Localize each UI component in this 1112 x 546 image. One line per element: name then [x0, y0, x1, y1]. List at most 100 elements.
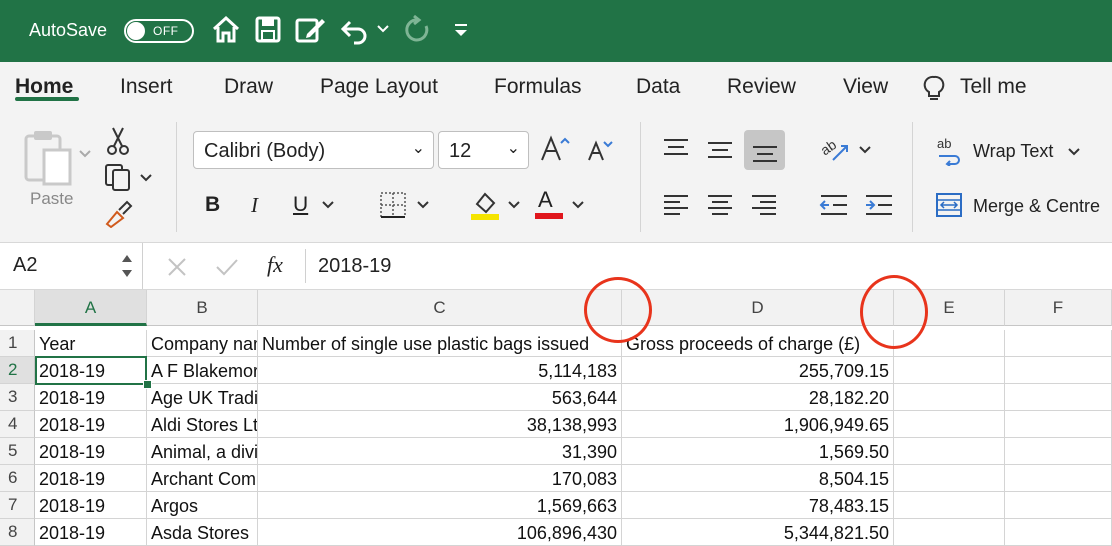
copy-icon[interactable] [103, 162, 133, 192]
cell-e3[interactable] [894, 384, 1005, 411]
tell-me-search[interactable]: Tell me [960, 75, 1027, 99]
cell-f8[interactable] [1005, 519, 1112, 546]
column-header-f[interactable]: F [1005, 290, 1112, 326]
redo-icon[interactable] [404, 14, 432, 46]
enter-icon[interactable] [214, 256, 240, 278]
name-box[interactable]: A2 [0, 243, 143, 289]
cut-icon[interactable] [106, 126, 130, 156]
cell-b1[interactable]: Company name [147, 330, 258, 357]
cell-a6[interactable]: 2018-19 [35, 465, 147, 492]
customize-icon[interactable] [453, 22, 469, 38]
cell-e4[interactable] [894, 411, 1005, 438]
column-header-c[interactable]: C [258, 290, 622, 326]
orientation-dropdown-icon[interactable] [859, 145, 871, 155]
cell-c1[interactable]: Number of single use plastic bags issued [258, 330, 622, 357]
increase-indent-icon[interactable] [864, 193, 894, 217]
row-header-6[interactable]: 6 [0, 465, 35, 492]
font-size-select[interactable]: 12 ⌄ [438, 131, 529, 169]
cell-b5[interactable]: Animal, a division [147, 438, 258, 465]
bold-button[interactable]: B [205, 193, 220, 217]
home-icon[interactable] [211, 14, 241, 46]
align-left-icon[interactable] [662, 193, 690, 217]
wrap-text-label[interactable]: Wrap Text [973, 141, 1053, 162]
cell-d8[interactable]: 5,344,821.50 [622, 519, 894, 546]
cell-d6[interactable]: 8,504.15 [622, 465, 894, 492]
cell-c4[interactable]: 38,138,993 [258, 411, 622, 438]
align-right-icon[interactable] [750, 193, 778, 217]
format-painter-icon[interactable] [103, 200, 133, 228]
row-header-1[interactable]: 1 [0, 330, 35, 357]
fill-handle[interactable] [143, 380, 152, 389]
align-bottom-button[interactable] [744, 130, 785, 170]
cell-c8[interactable]: 106,896,430 [258, 519, 622, 546]
tab-formulas[interactable]: Formulas [494, 75, 582, 99]
cell-e5[interactable] [894, 438, 1005, 465]
font-color-button[interactable]: A [535, 187, 563, 219]
cell-d5[interactable]: 1,569.50 [622, 438, 894, 465]
cell-f2[interactable] [1005, 357, 1112, 384]
fill-color-icon[interactable] [469, 188, 501, 220]
paste-icon[interactable] [22, 128, 78, 192]
cell-b2[interactable]: A F Blakemore [147, 357, 258, 384]
row-header-2[interactable]: 2 [0, 357, 35, 384]
cell-b3[interactable]: Age UK Trading [147, 384, 258, 411]
row-header-7[interactable]: 7 [0, 492, 35, 519]
italic-button[interactable]: I [251, 193, 258, 218]
tab-insert[interactable]: Insert [120, 75, 173, 99]
tab-draw[interactable]: Draw [224, 75, 273, 99]
tab-data[interactable]: Data [636, 75, 680, 99]
cell-c5[interactable]: 31,390 [258, 438, 622, 465]
cell-e8[interactable] [894, 519, 1005, 546]
align-top-icon[interactable] [662, 137, 690, 159]
column-header-b[interactable]: B [147, 290, 258, 326]
column-header-a[interactable]: A [35, 290, 147, 326]
cell-a5[interactable]: 2018-19 [35, 438, 147, 465]
cell-a7[interactable]: 2018-19 [35, 492, 147, 519]
cell-d1[interactable]: Gross proceeds of charge (£) [622, 330, 894, 357]
cell-a4[interactable]: 2018-19 [35, 411, 147, 438]
borders-dropdown-icon[interactable] [417, 200, 429, 210]
cell-a3[interactable]: 2018-19 [35, 384, 147, 411]
underline-dropdown-icon[interactable] [322, 200, 334, 210]
decrease-indent-icon[interactable] [819, 193, 849, 217]
cell-c7[interactable]: 1,569,663 [258, 492, 622, 519]
tab-view[interactable]: View [843, 75, 888, 99]
merge-centre-icon[interactable] [935, 192, 963, 218]
font-color-dropdown-icon[interactable] [572, 200, 584, 210]
cell-d7[interactable]: 78,483.15 [622, 492, 894, 519]
wrap-text-dropdown-icon[interactable] [1068, 147, 1080, 157]
select-all-corner[interactable] [0, 290, 35, 326]
row-header-5[interactable]: 5 [0, 438, 35, 465]
column-header-d[interactable]: D [622, 290, 894, 326]
cell-f4[interactable] [1005, 411, 1112, 438]
autosave-toggle[interactable]: OFF [124, 19, 194, 43]
tab-page-layout[interactable]: Page Layout [320, 75, 438, 99]
edit-icon[interactable] [295, 14, 327, 46]
tab-home[interactable]: Home [15, 75, 73, 99]
cancel-icon[interactable] [166, 256, 188, 278]
cell-b7[interactable]: Argos [147, 492, 258, 519]
undo-dropdown-icon[interactable] [376, 22, 390, 36]
cell-f1[interactable] [1005, 330, 1112, 357]
tab-review[interactable]: Review [727, 75, 796, 99]
copy-dropdown-icon[interactable] [140, 173, 152, 183]
cell-f3[interactable] [1005, 384, 1112, 411]
row-header-3[interactable]: 3 [0, 384, 35, 411]
cell-e2[interactable] [894, 357, 1005, 384]
wrap-text-icon[interactable]: ab [935, 136, 963, 166]
merge-centre-label[interactable]: Merge & Centre [973, 196, 1100, 217]
align-center-icon[interactable] [706, 193, 734, 217]
cell-f6[interactable] [1005, 465, 1112, 492]
cell-b6[interactable]: Archant Community [147, 465, 258, 492]
cell-b4[interactable]: Aldi Stores Ltd [147, 411, 258, 438]
cell-d4[interactable]: 1,906,949.65 [622, 411, 894, 438]
align-middle-icon[interactable] [706, 139, 734, 161]
cell-c2[interactable]: 5,114,183 [258, 357, 622, 384]
worksheet-grid[interactable]: A B C D E F 1 Year Company name Number o… [0, 290, 1112, 546]
fill-color-dropdown-icon[interactable] [508, 200, 520, 210]
cell-a1[interactable]: Year [35, 330, 147, 357]
undo-icon[interactable] [340, 14, 370, 46]
increase-font-size-icon[interactable] [540, 134, 570, 164]
row-header-8[interactable]: 8 [0, 519, 35, 546]
paste-dropdown-icon[interactable] [79, 149, 91, 159]
